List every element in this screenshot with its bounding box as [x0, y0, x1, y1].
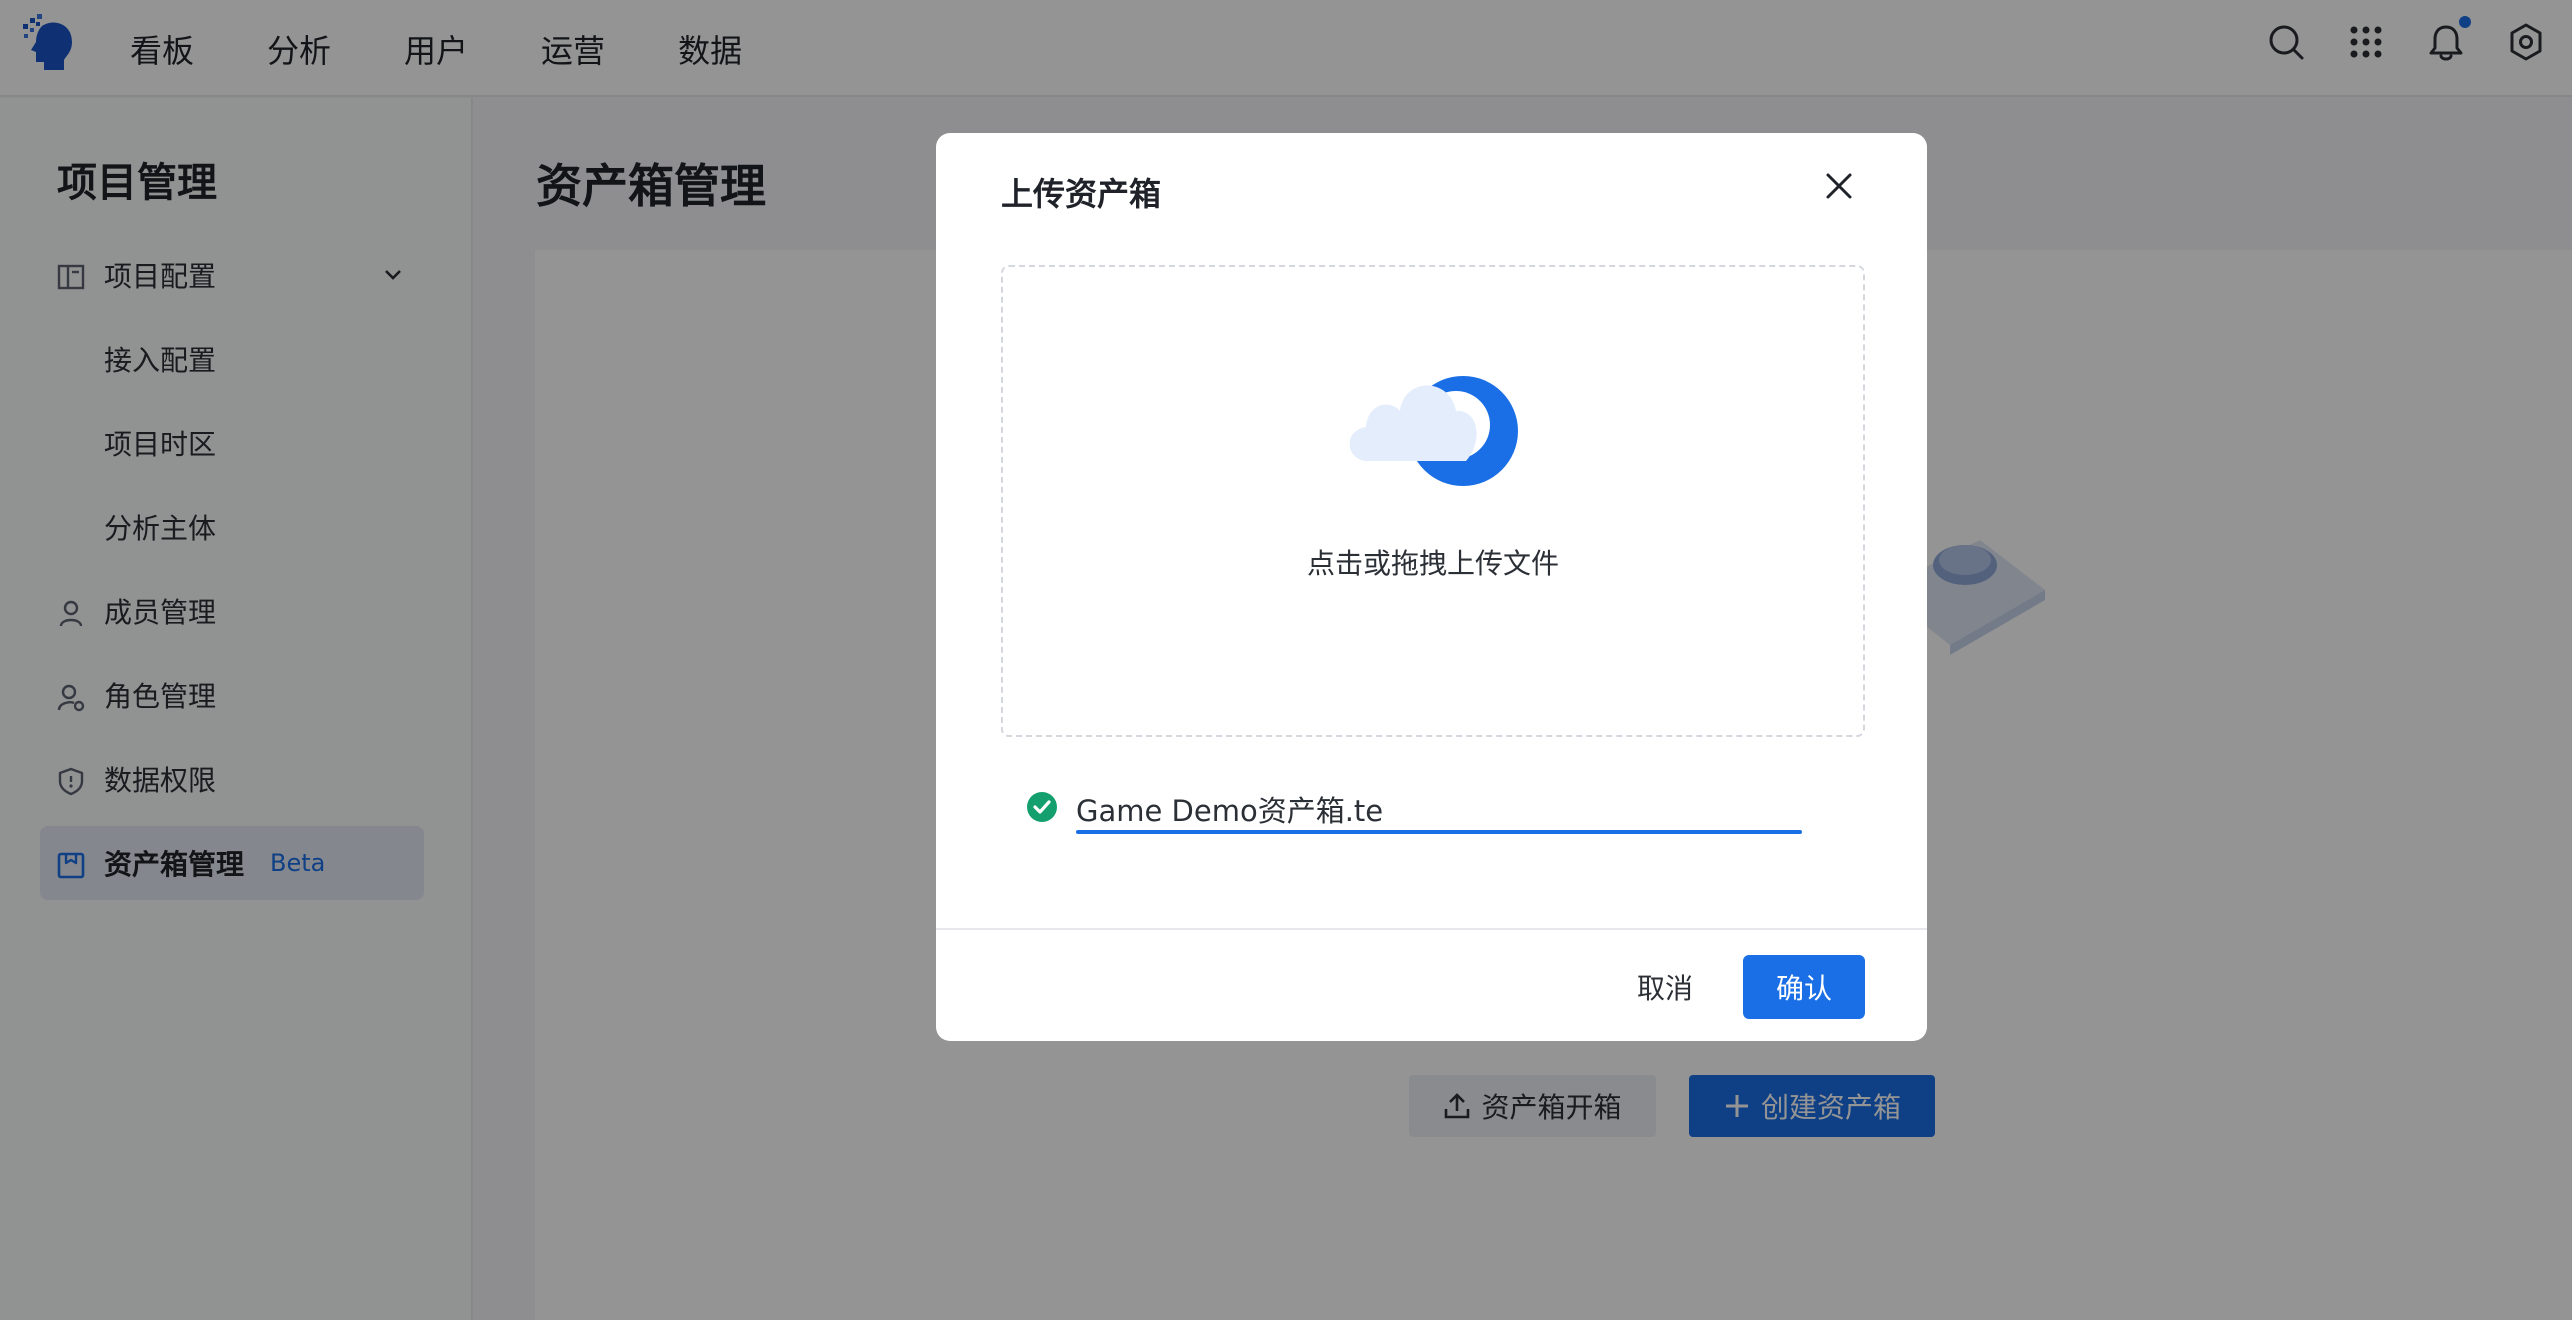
upload-progress-bar: [1076, 830, 1802, 834]
uploaded-file-row[interactable]: Game Demo资产箱.te: [1026, 788, 1802, 834]
modal-footer-divider: [936, 928, 1927, 930]
file-name: Game Demo资产箱.te: [1076, 794, 1384, 828]
modal-title: 上传资产箱: [1001, 175, 1162, 213]
close-icon[interactable]: [1824, 171, 1854, 201]
dropzone-text: 点击或拖拽上传文件: [1306, 547, 1559, 580]
upload-modal: 上传资产箱 点击或拖拽上传文件 Game Demo资产箱.te 取消 确认: [936, 133, 1927, 1041]
upload-dropzone[interactable]: 点击或拖拽上传文件: [1001, 265, 1865, 737]
cancel-button[interactable]: 取消: [1609, 955, 1721, 1019]
confirm-button[interactable]: 确认: [1743, 955, 1865, 1019]
check-circle-icon: [1027, 792, 1057, 822]
cloud-upload-icon: [1349, 376, 1518, 486]
